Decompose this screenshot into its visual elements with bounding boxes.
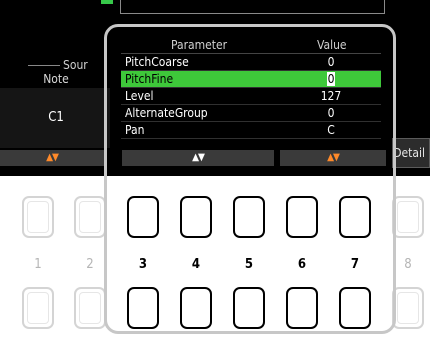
header-frame	[120, 0, 385, 14]
button-number-2: 2	[86, 257, 94, 272]
table-row-pan[interactable]: Pan C	[121, 122, 381, 139]
table-row-pitchfine[interactable]: PitchFine 0	[121, 71, 381, 88]
tab-indicator	[101, 0, 113, 4]
up-down-arrows-icon: ▲▼	[327, 152, 340, 163]
parameter-arrow-bar[interactable]: ▲▼	[122, 150, 274, 166]
upper-button-2[interactable]	[74, 196, 106, 238]
value-column-header: Value	[317, 38, 347, 52]
detail-button[interactable]: Detail	[392, 138, 430, 168]
button-number-7: 7	[350, 257, 360, 272]
button-number-3: 3	[138, 257, 148, 272]
lower-button-7[interactable]	[339, 287, 371, 329]
lower-button-5[interactable]	[233, 287, 265, 329]
parameter-value: 0	[327, 55, 335, 69]
value-arrow-bar[interactable]: ▲▼	[280, 150, 386, 166]
lower-button-8[interactable]	[392, 287, 424, 329]
lower-button-2[interactable]	[74, 287, 106, 329]
table-row-pitchcoarse[interactable]: PitchCoarse 0	[121, 54, 381, 71]
upper-button-4[interactable]	[180, 196, 212, 238]
note-header: Note	[43, 72, 69, 86]
parameter-table: Parameter Value PitchCoarse 0 PitchFine …	[121, 38, 381, 139]
parameter-name: Pan	[125, 123, 145, 137]
parameter-name: PitchCoarse	[125, 55, 189, 69]
button-number-5: 5	[244, 257, 254, 272]
lower-button-6[interactable]	[286, 287, 318, 329]
parameter-name: PitchFine	[125, 72, 174, 86]
note-value[interactable]: C1	[16, 110, 96, 125]
note-arrow-bar[interactable]: ▲▼	[0, 150, 104, 166]
up-down-arrows-icon: ▲▼	[192, 152, 205, 163]
table-row-alternategroup[interactable]: AlternateGroup 0	[121, 105, 381, 122]
parameter-column-header: Parameter	[171, 38, 228, 52]
button-number-6: 6	[297, 257, 307, 272]
source-divider	[28, 65, 60, 66]
parameter-value: 127	[320, 89, 342, 103]
table-header: Parameter Value	[121, 38, 381, 54]
upper-button-7[interactable]	[339, 196, 371, 238]
upper-button-1[interactable]	[22, 196, 54, 238]
button-number-1: 1	[34, 257, 42, 272]
upper-button-5[interactable]	[233, 196, 265, 238]
upper-button-8[interactable]	[392, 196, 424, 238]
lower-button-4[interactable]	[180, 287, 212, 329]
parameter-name: Level	[125, 89, 154, 103]
button-number-4: 4	[191, 257, 201, 272]
upper-button-6[interactable]	[286, 196, 318, 238]
up-down-arrows-icon: ▲▼	[46, 152, 59, 163]
parameter-value: 0	[327, 106, 335, 120]
upper-button-3[interactable]	[127, 196, 159, 238]
lcd-screen: Sour Note C1 ▲▼ ▲▼ ▲▼ Detail Parameter V…	[0, 0, 430, 176]
parameter-value: C	[327, 123, 335, 137]
source-label: Sour	[63, 58, 88, 72]
lower-button-1[interactable]	[22, 287, 54, 329]
table-row-level[interactable]: Level 127	[121, 88, 381, 105]
parameter-name: AlternateGroup	[125, 106, 208, 120]
lower-button-3[interactable]	[127, 287, 159, 329]
button-number-8: 8	[404, 257, 412, 272]
parameter-value: 0	[326, 72, 336, 86]
